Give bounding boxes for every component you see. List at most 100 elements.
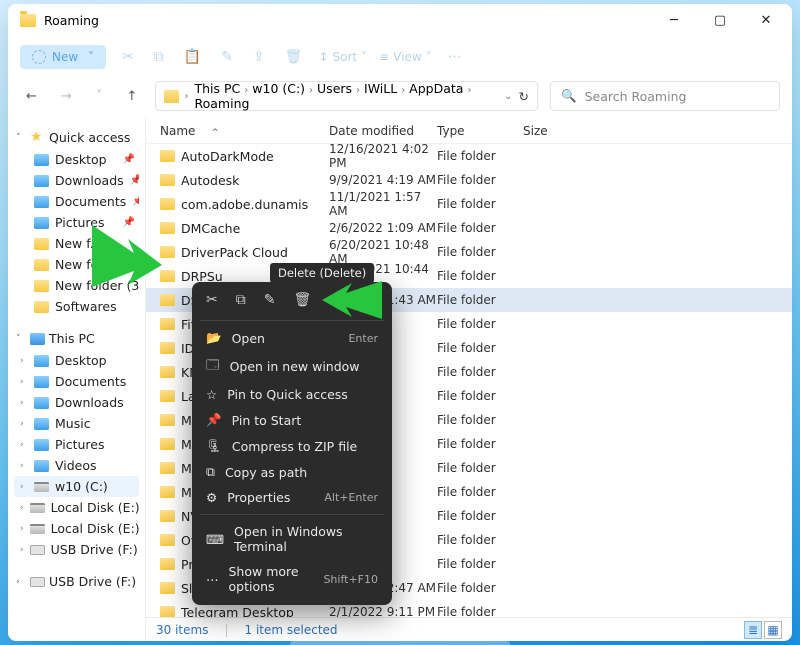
sidebar-item[interactable]: › w10 (C:): [14, 476, 139, 497]
prop-icon: ⚙: [206, 490, 217, 505]
sidebar-item[interactable]: › Desktop: [14, 350, 139, 371]
sidebar-item[interactable]: Desktop📌: [14, 149, 139, 170]
file-row[interactable]: AutoDarkMode 12/16/2021 4:02 PM File fol…: [146, 144, 792, 168]
disk-icon: [30, 524, 45, 534]
folder-icon: [160, 462, 175, 474]
folder-icon: [160, 294, 175, 306]
folder-icon: [34, 301, 49, 313]
context-item[interactable]: 🗜 Compress to ZIP file: [192, 433, 392, 459]
context-item[interactable]: 📌 Pin to Start: [192, 407, 392, 433]
context-item[interactable]: 📂 OpenEnter: [192, 325, 392, 351]
ctx-delete-icon[interactable]: 🗑: [293, 292, 311, 308]
more-icon[interactable]: ⋯: [444, 45, 466, 69]
sidebar-item[interactable]: › USB Drive (F:): [14, 539, 139, 560]
usb-drive-header[interactable]: ›USB Drive (F:): [14, 570, 139, 593]
file-row[interactable]: com.adobe.dunamis 11/1/2021 1:57 AM File…: [146, 192, 792, 216]
sidebar-item[interactable]: Documents📌: [14, 191, 139, 212]
large-icons-button[interactable]: ▦: [764, 621, 782, 639]
breadcrumb-segment[interactable]: Users: [317, 81, 352, 96]
usb-icon: [30, 577, 45, 587]
folder-icon: [160, 510, 175, 522]
breadcrumb-segment[interactable]: AppData: [409, 81, 463, 96]
breadcrumb[interactable]: › This PC › w10 (C:) › Users › IWiLL › A…: [155, 81, 538, 111]
pin-icon: 📌: [130, 175, 139, 186]
context-item[interactable]: ⧉ Copy as path: [192, 459, 392, 485]
context-item[interactable]: ☆ Pin to Quick access: [192, 382, 392, 407]
rename-icon[interactable]: ✎: [217, 45, 237, 69]
sidebar-item[interactable]: › Documents: [14, 371, 139, 392]
recent-button[interactable]: ˅: [90, 87, 109, 106]
folder-icon: [160, 174, 175, 186]
context-item[interactable]: 🗔 Open in new window: [192, 351, 392, 382]
share-icon[interactable]: ⇪: [249, 45, 269, 69]
column-headers[interactable]: Name^ Date modified Type Size: [146, 118, 792, 144]
breadcrumb-segment[interactable]: IWiLL: [364, 81, 397, 96]
view-menu-button[interactable]: ≡ View ˅: [379, 50, 432, 64]
folder-icon: [20, 14, 36, 27]
address-bar-row: ← → ˅ ↑ › This PC › w10 (C:) › Users › I…: [8, 78, 792, 114]
folder-icon: [160, 534, 175, 546]
file-row[interactable]: Autodesk 9/9/2021 4:19 AM File folder: [146, 168, 792, 192]
blue-icon: [34, 397, 49, 409]
item-count: 30 items: [156, 623, 208, 637]
copy-icon[interactable]: ⧉: [150, 45, 168, 69]
details-view-button[interactable]: ≣: [744, 621, 762, 639]
file-row[interactable]: DriverPack Cloud 6/20/2021 10:48 AM File…: [146, 240, 792, 264]
back-button[interactable]: ←: [20, 87, 43, 106]
sidebar-item[interactable]: Softwares: [14, 296, 139, 317]
ctx-cut-icon[interactable]: ✂: [206, 292, 218, 308]
folder-icon: [160, 438, 175, 450]
breadcrumb-segment[interactable]: This PC: [195, 81, 241, 96]
this-pc-header[interactable]: ˅This PC: [14, 327, 139, 350]
refresh-button[interactable]: ↻: [519, 89, 529, 104]
forward-button[interactable]: →: [55, 87, 78, 106]
blue-icon: [34, 355, 49, 367]
pin-icon: 📌: [132, 196, 139, 207]
file-row[interactable]: DMCache 2/6/2022 1:09 AM File folder: [146, 216, 792, 240]
sidebar-item[interactable]: › Local Disk (E:): [14, 497, 139, 518]
selection-count: 1 item selected: [245, 623, 338, 637]
search-input[interactable]: 🔍 Search Roaming: [550, 81, 780, 111]
zip-icon: 🗜: [206, 438, 222, 454]
maximize-button[interactable]: ▢: [706, 13, 734, 28]
new-button[interactable]: New ˅: [20, 45, 106, 69]
sidebar-item[interactable]: Downloads📌: [14, 170, 139, 191]
titlebar[interactable]: Roaming ─ ▢ ✕: [8, 4, 792, 36]
breadcrumb-segment[interactable]: Roaming: [195, 96, 250, 111]
star-icon: ★: [30, 130, 45, 145]
sort-button[interactable]: ↕ Sort ˅: [318, 50, 367, 64]
close-button[interactable]: ✕: [752, 13, 780, 28]
sidebar-item[interactable]: › Videos: [14, 455, 139, 476]
delete-icon[interactable]: 🗑: [281, 45, 307, 69]
context-item[interactable]: ⋯ Show more optionsShift+F10: [192, 559, 392, 599]
minimize-button[interactable]: ─: [660, 13, 688, 28]
folder-icon: [34, 175, 49, 187]
window-title: Roaming: [44, 13, 99, 28]
disk-icon: [30, 503, 45, 513]
ctx-copy-icon[interactable]: ⧉: [236, 292, 246, 308]
more-icon: ⋯: [206, 572, 219, 587]
sidebar: ˅★Quick access Desktop📌 Downloads📌 Docum…: [8, 118, 146, 641]
context-item[interactable]: ⚙ PropertiesAlt+Enter: [192, 485, 392, 510]
context-item[interactable]: ⌨ Open in Windows Terminal: [192, 519, 392, 559]
up-button[interactable]: ↑: [120, 87, 143, 106]
folder-icon: [160, 222, 175, 234]
cut-icon[interactable]: ✂: [118, 45, 138, 69]
quick-access-header[interactable]: ˅★Quick access: [14, 126, 139, 149]
sidebar-item[interactable]: › Local Disk (E:): [14, 518, 139, 539]
win-icon: 🗔: [206, 356, 220, 377]
breadcrumb-segment[interactable]: w10 (C:): [252, 81, 305, 96]
sidebar-item[interactable]: › Pictures: [14, 434, 139, 455]
sidebar-item[interactable]: › Downloads: [14, 392, 139, 413]
explorer-window: Roaming ─ ▢ ✕ New ˅ ✂ ⧉ 📋 ✎ ⇪ 🗑 ↕ Sort ˅…: [8, 4, 792, 641]
search-icon: 🔍: [561, 88, 577, 104]
folder-icon: [160, 414, 175, 426]
folder-icon: [160, 342, 175, 354]
paste-icon[interactable]: 📋: [180, 45, 205, 69]
path-icon: ⧉: [206, 464, 215, 480]
folder-icon: [160, 558, 175, 570]
sidebar-item[interactable]: › Music: [14, 413, 139, 434]
folder-icon: [34, 196, 49, 208]
ctx-rename-icon[interactable]: ✎: [264, 292, 276, 308]
folder-icon: [34, 259, 49, 271]
